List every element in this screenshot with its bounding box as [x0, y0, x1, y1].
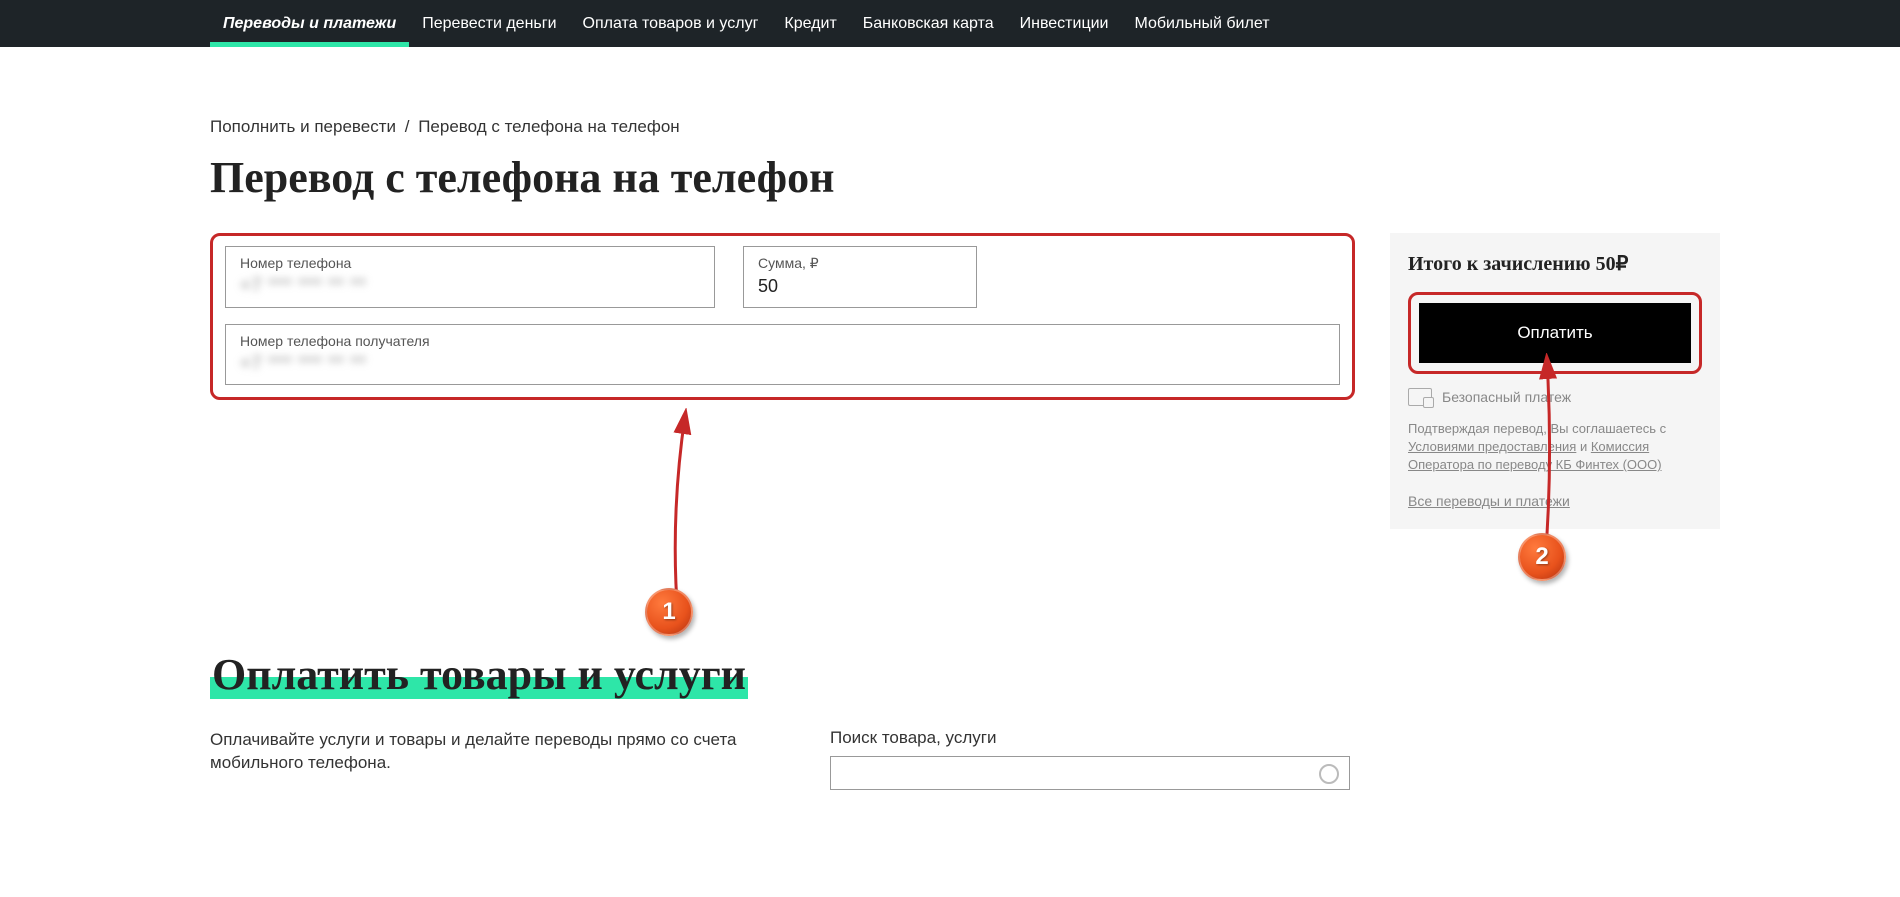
- nav-item-send-money[interactable]: Перевести деньги: [409, 0, 569, 47]
- amount-value: 50: [758, 276, 962, 297]
- top-nav: Переводы и платежи Перевести деньги Опла…: [0, 0, 1900, 47]
- amount-label: Сумма, ₽: [758, 255, 962, 272]
- pay-goods-section: Оплатить товары и услуги Оплачивайте усл…: [210, 649, 1720, 790]
- annotation-badge-1: 1: [645, 588, 693, 636]
- breadcrumb-parent[interactable]: Пополнить и перевести: [210, 117, 396, 136]
- search-input[interactable]: [830, 756, 1350, 790]
- phone-to-value: +7 *** *** ** **: [240, 353, 1325, 374]
- all-transfers-link[interactable]: Все переводы и платежи: [1408, 493, 1570, 509]
- pay-button[interactable]: Оплатить: [1419, 303, 1691, 363]
- nav-item-credit[interactable]: Кредит: [771, 0, 849, 47]
- terms-text: Подтверждая перевод, Вы соглашаетесь с У…: [1408, 420, 1702, 475]
- secure-payment-label: Безопасный платеж: [1442, 389, 1571, 405]
- phone-from-label: Номер телефона: [240, 255, 700, 271]
- total-amount: Итого к зачислению 50₽: [1408, 251, 1702, 276]
- nav-item-card[interactable]: Банковская карта: [850, 0, 1007, 47]
- pay-highlight-box: Оплатить: [1408, 292, 1702, 374]
- pay-goods-title: Оплатить товары и услуги: [210, 650, 748, 699]
- phone-to-label: Номер телефона получателя: [240, 333, 1325, 349]
- nav-item-mobile-ticket[interactable]: Мобильный билет: [1121, 0, 1282, 47]
- nav-item-transfers[interactable]: Переводы и платежи: [210, 0, 409, 47]
- nav-item-pay-goods[interactable]: Оплата товаров и услуг: [570, 0, 772, 47]
- secure-payment-row: Безопасный платеж: [1408, 388, 1702, 406]
- transfer-form: Номер телефона +7 *** *** ** ** Сумма, ₽…: [210, 233, 1355, 529]
- pay-goods-desc: Оплачивайте услуги и товары и делайте пе…: [210, 728, 750, 776]
- secure-payment-icon: [1408, 388, 1432, 406]
- phone-from-value: +7 *** *** ** **: [240, 275, 700, 296]
- breadcrumb-current: Перевод с телефона на телефон: [418, 117, 680, 136]
- amount-input[interactable]: Сумма, ₽ 50: [743, 246, 977, 308]
- terms-link-conditions[interactable]: Условиями предоставления: [1408, 439, 1576, 454]
- breadcrumb-sep: /: [405, 117, 410, 136]
- form-highlight-box: Номер телефона +7 *** *** ** ** Сумма, ₽…: [210, 233, 1355, 400]
- nav-item-invest[interactable]: Инвестиции: [1007, 0, 1122, 47]
- breadcrumb: Пополнить и перевести / Перевод с телефо…: [210, 117, 1720, 137]
- page-title: Перевод с телефона на телефон: [210, 152, 1720, 203]
- phone-to-input[interactable]: Номер телефона получателя +7 *** *** ** …: [225, 324, 1340, 385]
- phone-from-input[interactable]: Номер телефона +7 *** *** ** **: [225, 246, 715, 308]
- search-label: Поиск товара, услуги: [830, 728, 1720, 748]
- transfer-sidebar: Итого к зачислению 50₽ Оплатить Безопасн…: [1390, 233, 1720, 529]
- annotation-badge-2: 2: [1518, 533, 1566, 581]
